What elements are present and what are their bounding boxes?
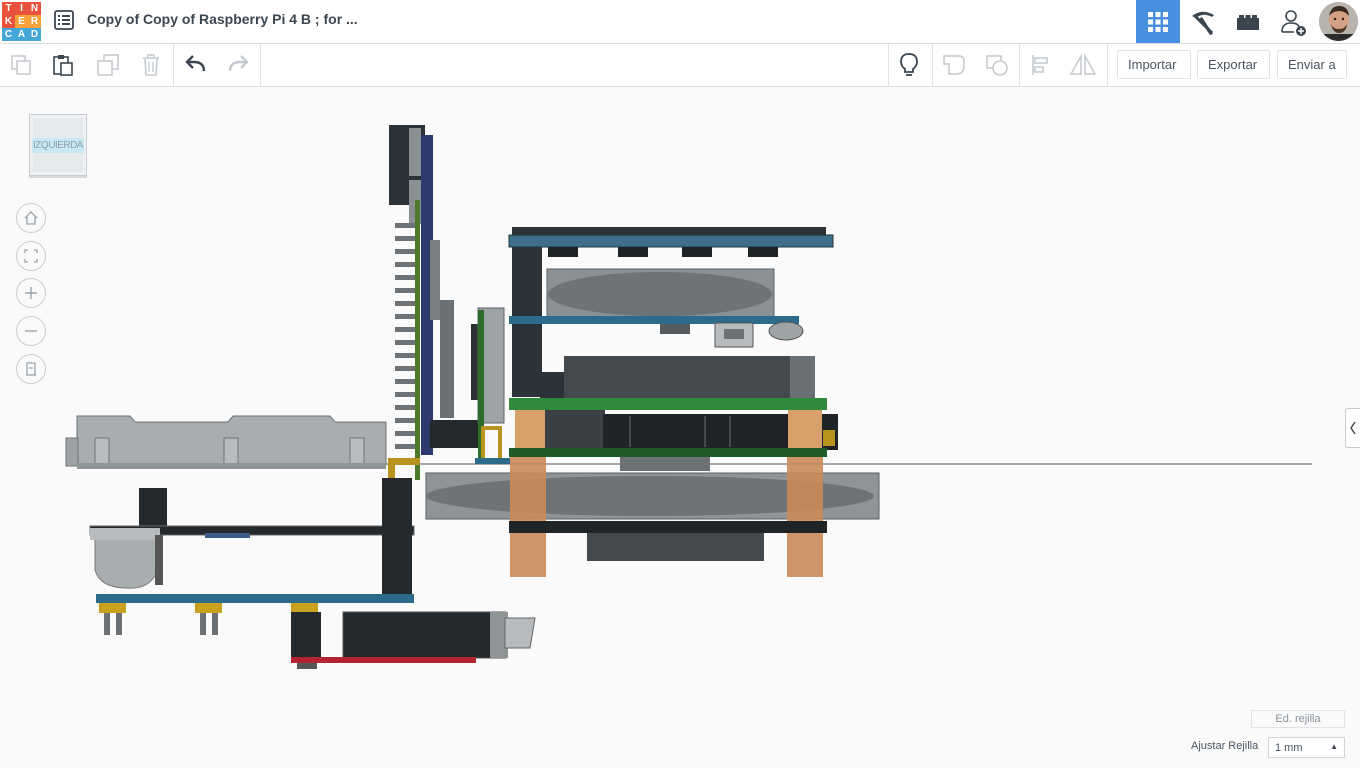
dropdown-arrow-icon: ▲ [1330,742,1338,751]
send-to-button[interactable]: Enviar a [1277,50,1347,79]
paste-icon [53,55,73,76]
group-icon [943,55,965,75]
edit-toolbar: Importar Exportar Enviar a [0,44,1360,87]
bricks-view-button[interactable] [1226,0,1270,43]
logo-letter: T [2,2,15,15]
notes-button[interactable] [893,50,925,80]
copy-button[interactable] [5,50,37,80]
workplane-3d-view[interactable] [0,87,1340,687]
blocks-view-button[interactable] [1181,0,1225,43]
edit-grid-button[interactable]: Ed. rejilla [1251,710,1345,728]
trash-icon [143,54,159,76]
toolbar-divider [932,44,933,86]
logo-letter: C [2,28,15,41]
grey-connector-housing[interactable] [65,415,387,469]
top-bar: TINKERCAD Copy of Copy of Raspberry Pi 4… [0,0,1360,44]
duplicate-button[interactable] [92,50,124,80]
3d-design-view-button[interactable] [1136,0,1180,43]
logo-letter: I [15,2,28,15]
copy-icon [11,55,31,75]
logo-letter: K [2,15,15,28]
export-button[interactable]: Exportar [1197,50,1270,79]
snap-grid-select[interactable]: 1 mm ▲ [1268,737,1345,758]
design-list-icon[interactable] [52,8,76,32]
grid-icon [1148,11,1168,32]
logo-letter: A [15,28,28,41]
ungroup-icon [986,55,1008,76]
toolbar-divider [888,44,889,86]
group-button[interactable] [938,50,970,80]
undo-icon [185,55,206,72]
snap-grid-label: Ajustar Rejilla [1191,740,1259,752]
tinkercad-logo[interactable]: TINKERCAD [2,2,41,41]
vertical-pi-board[interactable] [388,125,510,480]
undo-button[interactable] [180,50,212,80]
mirror-icon [1069,53,1097,75]
import-button[interactable]: Importar [1117,50,1191,79]
redo-icon [228,55,249,72]
add-user-icon [1281,9,1306,36]
logo-letter: N [28,2,41,15]
snap-grid-value: 1 mm [1275,741,1303,754]
invite-user-button[interactable] [1271,0,1315,43]
align-icon [1032,55,1048,75]
bricks-icon [1237,14,1259,30]
user-avatar[interactable] [1319,2,1358,41]
delete-button[interactable] [135,50,167,80]
logo-letter: D [28,28,41,41]
pickaxe-icon [1192,11,1214,35]
toolbar-divider [260,44,261,86]
panel-collapse-tab[interactable] [1345,408,1360,448]
logo-letter: E [15,15,28,28]
redo-button[interactable] [222,50,254,80]
toolbar-divider [1107,44,1108,86]
logo-letter: R [28,15,41,28]
ungroup-button[interactable] [981,50,1013,80]
chevron-left-icon [1350,421,1356,435]
duplicate-icon [97,54,119,76]
lightbulb-icon [900,53,918,76]
toolbar-divider [1019,44,1020,86]
design-title[interactable]: Copy of Copy of Raspberry Pi 4 B ; for .… [87,11,358,27]
align-button[interactable] [1025,50,1057,80]
paste-button[interactable] [47,50,79,80]
toolbar-divider [173,44,174,86]
mirror-button[interactable] [1067,50,1099,80]
